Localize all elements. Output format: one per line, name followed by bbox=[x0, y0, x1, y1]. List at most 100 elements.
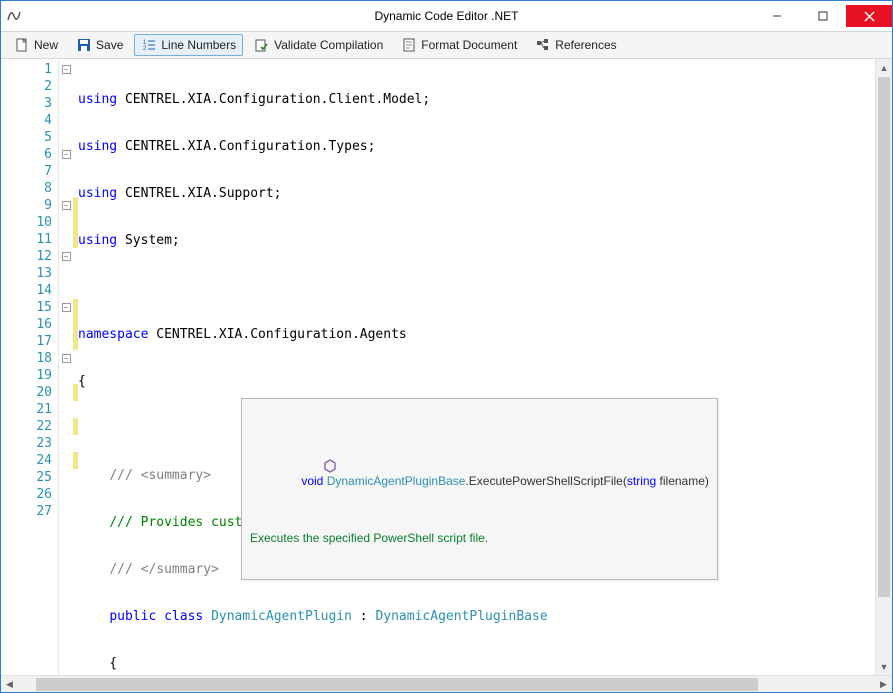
code-line bbox=[78, 279, 875, 296]
fold-cell bbox=[59, 231, 73, 248]
line-number: 19 bbox=[1, 367, 58, 384]
scroll-down-arrow[interactable]: ▼ bbox=[876, 658, 892, 675]
fold-toggle[interactable]: − bbox=[62, 150, 71, 159]
code-line: using CENTREL.XIA.Configuration.Types; bbox=[78, 138, 875, 155]
fold-cell bbox=[59, 435, 73, 452]
toolbar: New Save 12 Line Numbers Validate Compil… bbox=[1, 31, 892, 59]
fold-cell: − bbox=[59, 350, 73, 367]
fold-cell bbox=[59, 384, 73, 401]
line-number: 15 bbox=[1, 299, 58, 316]
line-number: 5 bbox=[1, 129, 58, 146]
fold-cell bbox=[59, 265, 73, 282]
line-number: 17 bbox=[1, 333, 58, 350]
line-number: 6 bbox=[1, 146, 58, 163]
save-icon bbox=[76, 37, 92, 53]
method-icon bbox=[283, 445, 297, 459]
line-number: 1 bbox=[1, 61, 58, 78]
format-document-button[interactable]: Format Document bbox=[394, 34, 524, 56]
fold-cell: − bbox=[59, 248, 73, 265]
code-line: namespace CENTREL.XIA.Configuration.Agen… bbox=[78, 326, 875, 343]
intellisense-tooltip: void DynamicAgentPluginBase.ExecutePower… bbox=[241, 398, 718, 580]
line-number: 13 bbox=[1, 265, 58, 282]
save-label: Save bbox=[96, 38, 123, 52]
fold-cell bbox=[59, 78, 73, 95]
app-icon bbox=[1, 1, 29, 31]
references-button[interactable]: References bbox=[528, 34, 623, 56]
line-numbers-button[interactable]: 12 Line Numbers bbox=[134, 34, 243, 56]
close-button[interactable] bbox=[846, 5, 892, 27]
line-numbers-label: Line Numbers bbox=[161, 38, 236, 52]
validate-compilation-button[interactable]: Validate Compilation bbox=[247, 34, 390, 56]
save-button[interactable]: Save bbox=[69, 34, 130, 56]
line-number: 7 bbox=[1, 163, 58, 180]
fold-cell bbox=[59, 418, 73, 435]
fold-cell: − bbox=[59, 146, 73, 163]
fold-cell bbox=[59, 503, 73, 520]
line-number: 2 bbox=[1, 78, 58, 95]
fold-cell bbox=[59, 95, 73, 112]
fold-cell bbox=[59, 163, 73, 180]
scroll-thumb-horizontal[interactable] bbox=[36, 678, 857, 691]
references-icon bbox=[535, 37, 551, 53]
code-line: using CENTREL.XIA.Support; bbox=[78, 185, 875, 202]
fold-cell bbox=[59, 486, 73, 503]
code-line: { bbox=[78, 655, 875, 672]
code-editor[interactable]: using CENTREL.XIA.Configuration.Client.M… bbox=[78, 59, 875, 675]
fold-cell bbox=[59, 469, 73, 486]
line-number: 24 bbox=[1, 452, 58, 469]
code-line: using System; bbox=[78, 232, 875, 249]
scroll-thumb[interactable] bbox=[878, 77, 890, 597]
format-icon bbox=[401, 37, 417, 53]
fold-cell bbox=[59, 129, 73, 146]
scroll-up-arrow[interactable]: ▲ bbox=[876, 59, 892, 76]
tooltip-description: Executes the specified PowerShell script… bbox=[250, 531, 709, 545]
line-number: 11 bbox=[1, 231, 58, 248]
fold-cell bbox=[59, 316, 73, 333]
line-number: 18 bbox=[1, 350, 58, 367]
window-frame: Dynamic Code Editor .NET New Save bbox=[0, 0, 893, 693]
code-line: using CENTREL.XIA.Configuration.Client.M… bbox=[78, 91, 875, 108]
new-button[interactable]: New bbox=[7, 34, 65, 56]
scroll-right-arrow[interactable]: ▶ bbox=[875, 679, 892, 690]
new-label: New bbox=[34, 38, 58, 52]
line-number: 3 bbox=[1, 95, 58, 112]
validate-icon bbox=[254, 37, 270, 53]
line-number: 25 bbox=[1, 469, 58, 486]
window-controls bbox=[754, 5, 892, 27]
vertical-scrollbar[interactable]: ▲ ▼ bbox=[875, 59, 892, 675]
svg-text:2: 2 bbox=[143, 46, 147, 52]
line-number: 9 bbox=[1, 197, 58, 214]
fold-cell bbox=[59, 282, 73, 299]
fold-cell bbox=[59, 112, 73, 129]
fold-column: − − − − − − bbox=[59, 59, 73, 675]
line-number: 10 bbox=[1, 214, 58, 231]
code-line: public class DynamicAgentPlugin : Dynami… bbox=[78, 608, 875, 625]
line-number: 16 bbox=[1, 316, 58, 333]
line-number: 27 bbox=[1, 503, 58, 520]
fold-cell: − bbox=[59, 299, 73, 316]
line-number: 8 bbox=[1, 180, 58, 197]
fold-toggle[interactable]: − bbox=[62, 252, 71, 261]
references-label: References bbox=[555, 38, 616, 52]
fold-cell bbox=[59, 452, 73, 469]
new-file-icon bbox=[14, 37, 30, 53]
line-number: 21 bbox=[1, 401, 58, 418]
titlebar[interactable]: Dynamic Code Editor .NET bbox=[1, 1, 892, 31]
fold-toggle[interactable]: − bbox=[62, 354, 71, 363]
tooltip-signature: void DynamicAgentPluginBase.ExecutePower… bbox=[250, 431, 709, 502]
minimize-button[interactable] bbox=[754, 5, 800, 27]
line-number: 26 bbox=[1, 486, 58, 503]
maximize-button[interactable] bbox=[800, 5, 846, 27]
fold-cell: − bbox=[59, 197, 73, 214]
fold-cell bbox=[59, 214, 73, 231]
fold-cell bbox=[59, 401, 73, 418]
fold-toggle[interactable]: − bbox=[62, 65, 71, 74]
fold-toggle[interactable]: − bbox=[62, 303, 71, 312]
horizontal-scrollbar[interactable]: ◀ ▶ bbox=[1, 675, 892, 692]
line-numbers-icon: 12 bbox=[141, 37, 157, 53]
fold-toggle[interactable]: − bbox=[62, 201, 71, 210]
editor-area: 1234567891011121314151617181920212223242… bbox=[1, 59, 892, 675]
code-line: { bbox=[78, 373, 875, 390]
scroll-left-arrow[interactable]: ◀ bbox=[1, 679, 18, 690]
line-number: 22 bbox=[1, 418, 58, 435]
